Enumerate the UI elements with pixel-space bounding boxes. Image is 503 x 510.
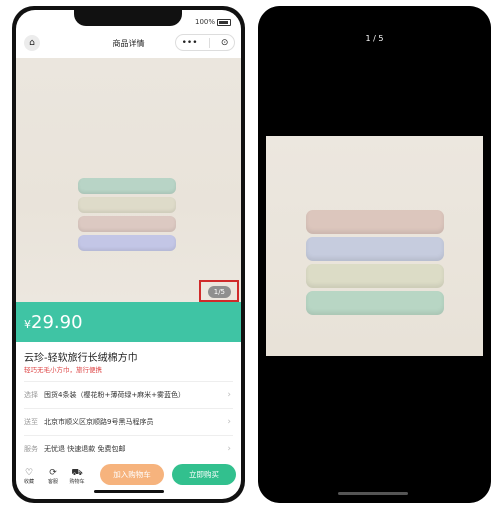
- price-value: 29.90: [31, 311, 83, 333]
- cart-icon: ⛟: [71, 467, 83, 478]
- heart-icon: ♡: [24, 467, 34, 478]
- towel-mint: [78, 178, 176, 194]
- capsule-divider: [208, 37, 210, 48]
- chevron-right-icon: ›: [227, 390, 231, 400]
- product-detail-screen: 100% ⌂ 商品详情 ••• ⊙ 1/5 ¥ 29.90 云珍-轻软旅行长绒棉…: [16, 10, 241, 499]
- notch: [74, 10, 182, 26]
- towel-lavender: [78, 235, 176, 251]
- towel-pink: [306, 210, 444, 234]
- price-bar: ¥ 29.90: [16, 302, 241, 342]
- row-select-spec[interactable]: 选择 囤货4条装（樱花粉+薄荷绿+麻米+雾蓝色） ›: [24, 381, 233, 408]
- row-service[interactable]: 服务 无忧退 快速退款 免费包邮 ›: [24, 435, 233, 462]
- cart-label: 购物车: [69, 478, 85, 485]
- more-menu-icon[interactable]: •••: [182, 38, 198, 48]
- product-title: 云珍-轻软旅行长绒棉方巾: [24, 353, 138, 364]
- preview-image[interactable]: [266, 136, 483, 356]
- favorite-button[interactable]: ♡ 收藏: [18, 468, 40, 485]
- row-label: 选择: [24, 391, 38, 399]
- preview-counter: 1 / 5: [365, 34, 384, 43]
- battery-indicator: 100%: [195, 18, 231, 26]
- home-indicator: [94, 490, 164, 493]
- row-label: 服务: [24, 445, 38, 453]
- cart-link-button[interactable]: ⛟ 购物车: [66, 468, 88, 485]
- favorite-label: 收藏: [23, 478, 34, 485]
- service-label: 客服: [47, 478, 58, 485]
- currency-symbol: ¥: [24, 317, 31, 331]
- add-to-cart-button[interactable]: 加入购物车: [100, 464, 164, 485]
- towel-cream: [306, 264, 444, 288]
- phone-frame-left: 100% ⌂ 商品详情 ••• ⊙ 1/5 ¥ 29.90 云珍-轻软旅行长绒棉…: [12, 6, 245, 503]
- product-subtitle: 轻巧无毛小方巾，旅行便携: [24, 366, 102, 374]
- row-value: 北京市顺义区京顺路9号黑马程序员: [44, 418, 154, 426]
- towel-mint: [306, 291, 444, 315]
- home-icon: ⌂: [29, 38, 35, 48]
- row-value: 无忧退 快速退款 免费包邮: [44, 445, 126, 453]
- row-label: 送至: [24, 418, 38, 426]
- close-target-icon[interactable]: ⊙: [221, 38, 229, 48]
- battery-icon: [217, 18, 231, 26]
- product-image-carousel[interactable]: 1/5: [16, 58, 241, 302]
- home-button[interactable]: ⌂: [24, 35, 40, 51]
- battery-text: 100%: [194, 18, 215, 26]
- row-delivery-address[interactable]: 送至 北京市顺义区京顺路9号黑马程序员 ›: [24, 408, 233, 435]
- customer-service-button[interactable]: ⟳ 客服: [42, 468, 64, 485]
- chevron-right-icon: ›: [227, 417, 231, 427]
- navbar: ⌂ 商品详情 ••• ⊙: [16, 32, 241, 54]
- page-title: 商品详情: [112, 38, 145, 48]
- buy-now-button[interactable]: 立即购买: [172, 464, 236, 485]
- image-preview-screen[interactable]: 1 / 5: [258, 6, 491, 503]
- towel-cream: [78, 197, 176, 213]
- mini-program-capsule: ••• ⊙: [175, 34, 235, 51]
- image-counter: 1/5: [207, 286, 231, 298]
- towel-blue: [306, 237, 444, 261]
- phone-frame-right: 1 / 5: [258, 6, 491, 503]
- towel-pink: [78, 216, 176, 232]
- chevron-right-icon: ›: [227, 444, 231, 454]
- home-indicator: [338, 492, 408, 495]
- headset-icon: ⟳: [49, 467, 57, 478]
- bottom-action-bar: ♡ 收藏 ⟳ 客服 ⛟ 购物车 加入购物车 立即购买: [16, 462, 241, 490]
- row-value: 囤货4条装（樱花粉+薄荷绿+麻米+雾蓝色）: [44, 391, 186, 399]
